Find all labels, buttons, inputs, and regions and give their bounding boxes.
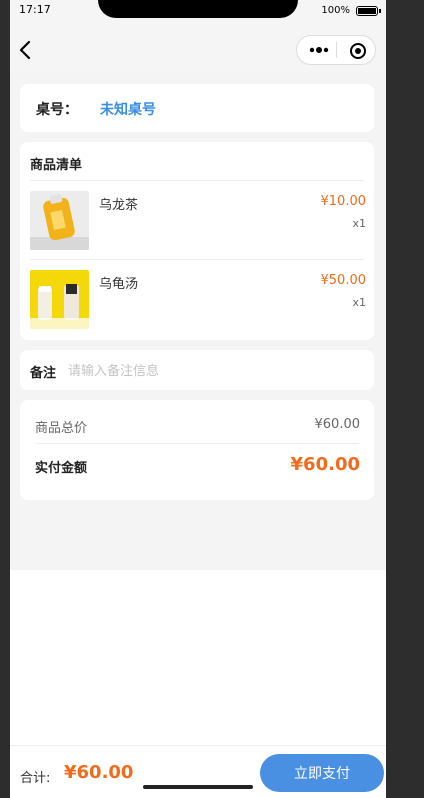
list-item: 乌龟汤 ¥50.00 x1 [20, 270, 374, 334]
checkout-bar: 合计: ¥60.00 立即支付 [10, 745, 386, 798]
divider [35, 443, 359, 444]
remark-card: 备注 [20, 350, 374, 390]
nav-bar [10, 24, 386, 74]
item-quantity: x1 [352, 296, 366, 309]
battery-percent: 100% [321, 5, 350, 16]
item-name: 乌龙茶 [99, 198, 139, 213]
item-price: ¥10.00 [320, 194, 367, 209]
table-value: 未知桌号 [100, 102, 156, 118]
list-item: 乌龙茶 ¥10.00 x1 [20, 191, 374, 255]
item-name: 乌龟汤 [99, 277, 139, 292]
table-label: 桌号： [36, 102, 78, 118]
remark-input[interactable] [66, 357, 360, 385]
subtotal-value: ¥60.00 [314, 417, 361, 432]
pay-now-button[interactable]: 立即支付 [260, 754, 384, 792]
phone-screen: 17:17 100% 桌号： 未知桌号 商品清单 乌龙茶 ¥10.00 x1 乌… [10, 0, 386, 798]
product-image-oolong-tea [30, 191, 89, 250]
price-summary-card: 商品总价 ¥60.00 实付金额 ¥60.00 [20, 400, 374, 500]
item-quantity: x1 [352, 217, 366, 230]
table-info-card: 桌号： 未知桌号 [20, 84, 374, 132]
subtotal-label: 商品总价 [35, 421, 88, 436]
mini-program-capsule [296, 35, 376, 65]
chevron-left-icon[interactable] [16, 40, 36, 60]
capsule-divider [336, 42, 337, 58]
product-image-turtle-soup [30, 270, 89, 329]
divider [30, 180, 364, 181]
total-label: 合计: [20, 771, 51, 786]
goods-list-title: 商品清单 [30, 158, 83, 173]
status-time: 17:17 [19, 3, 51, 16]
divider [30, 259, 364, 260]
goods-list-card: 商品清单 乌龙茶 ¥10.00 x1 乌龟汤 ¥50.00 x1 [20, 142, 374, 340]
more-dots-icon[interactable] [309, 45, 329, 55]
total-value: ¥60.00 [64, 762, 134, 783]
order-content: 桌号： 未知桌号 商品清单 乌龙茶 ¥10.00 x1 乌龟汤 ¥50.00 x… [10, 74, 386, 570]
remark-label: 备注 [30, 366, 57, 381]
item-price: ¥50.00 [320, 273, 367, 288]
camera-notch [98, 0, 298, 18]
status-bar: 17:17 100% [10, 0, 386, 24]
target-circle-icon[interactable] [349, 42, 367, 60]
battery-icon [356, 6, 381, 16]
paid-amount-value: ¥60.00 [290, 454, 360, 475]
home-indicator [143, 785, 253, 789]
paid-amount-label: 实付金额 [35, 461, 88, 476]
